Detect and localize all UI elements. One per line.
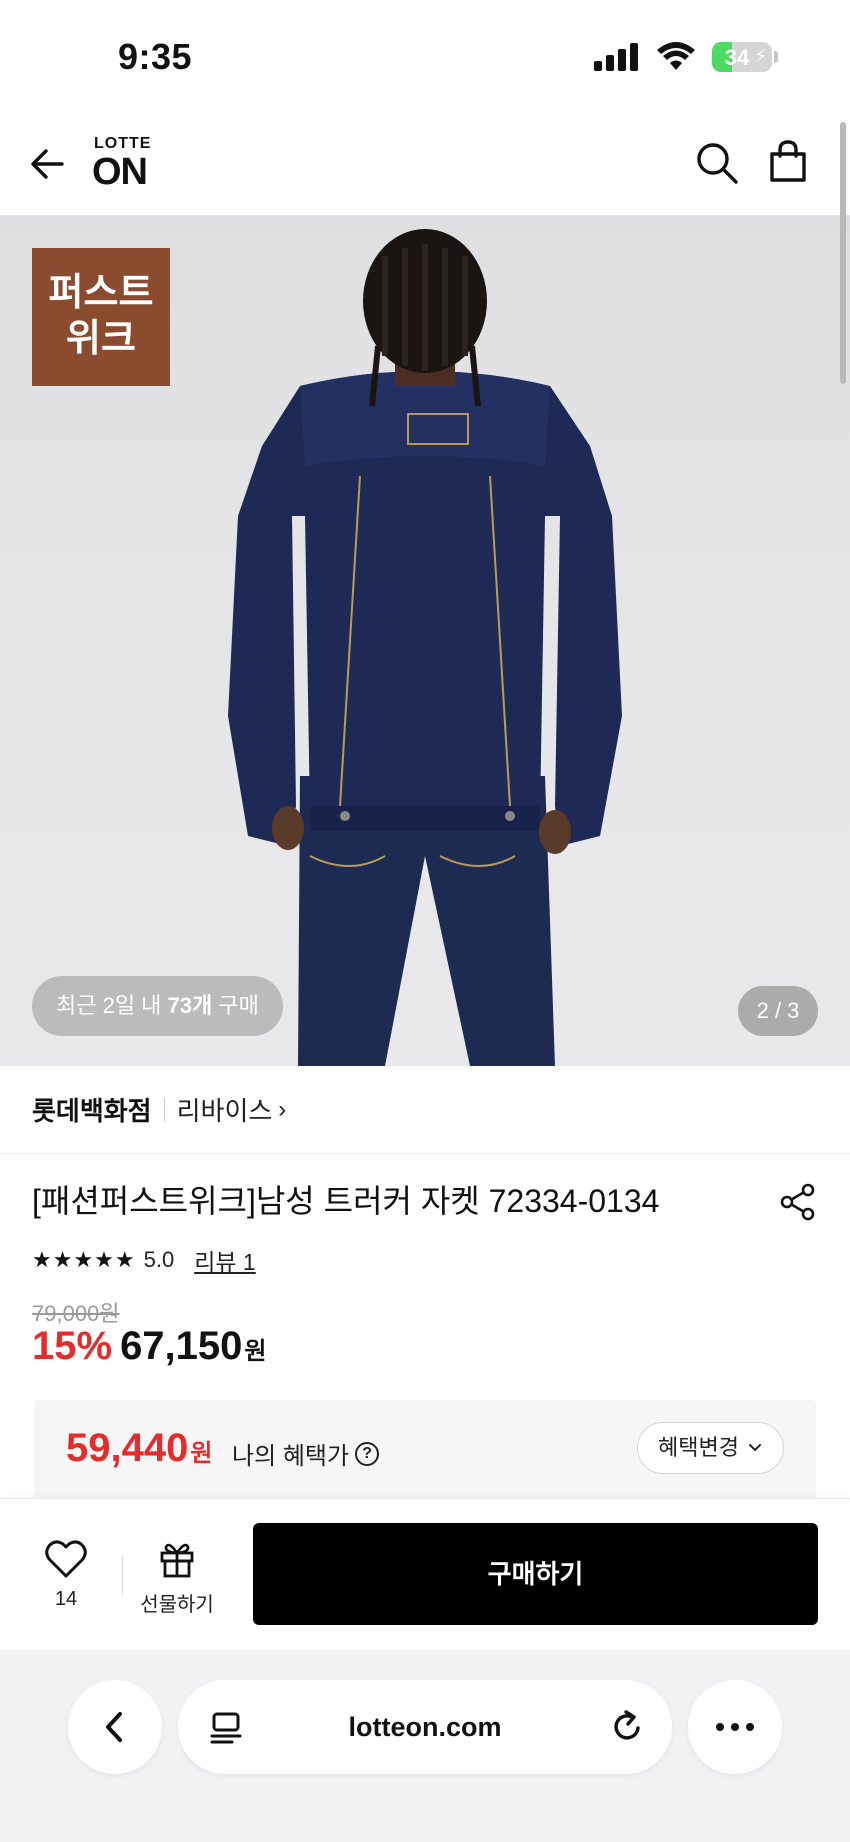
benefit-change-button[interactable]: 혜택변경 — [637, 1422, 784, 1474]
page-scrollbar[interactable] — [840, 122, 846, 384]
recent-suffix: 구매 — [212, 993, 259, 1018]
back-arrow-icon[interactable] — [26, 142, 70, 186]
seller-row: 롯데백화점 리바이스 › — [0, 1066, 850, 1154]
brand-link[interactable]: 리바이스 — [177, 1091, 273, 1128]
benefit-change-label: 혜택변경 — [658, 1435, 739, 1460]
share-icon[interactable] — [778, 1182, 818, 1222]
action-divider — [122, 1555, 123, 1595]
image-page-indicator: 2 / 3 — [738, 986, 818, 1036]
product-title: [패션퍼스트위크]남성 트러커 자켓 72334-0134 — [32, 1183, 660, 1219]
rating-row: ★★★★★ 5.0 리뷰 1 — [32, 1244, 256, 1276]
rating-value: 5.0 — [143, 1247, 175, 1272]
star-rating-icon: ★★★★★ — [32, 1247, 136, 1272]
recent-count: 73개 — [167, 993, 213, 1018]
price-row: 15% 67,150 원 — [32, 1324, 267, 1369]
status-icons: 34 ⚡ — [594, 42, 778, 72]
wifi-icon — [657, 42, 695, 70]
sale-price: 67,150 — [120, 1324, 243, 1368]
recent-prefix: 최근 2일 내 — [56, 993, 168, 1018]
chevron-right-icon[interactable]: › — [278, 1096, 286, 1124]
status-bar: 9:35 34 ⚡ — [0, 0, 850, 112]
gift-icon — [160, 1543, 194, 1578]
logo-top-text: LOTTE — [94, 135, 152, 152]
charging-bolt-icon: ⚡ — [754, 46, 767, 66]
benefit-label: 나의 혜택가 ? — [232, 1436, 380, 1471]
battery-cap — [774, 51, 778, 63]
reload-icon[interactable] — [608, 1708, 646, 1746]
browser-toolbar: lotteon.com — [0, 1650, 850, 1842]
badge-line-2: 위크 — [66, 318, 136, 360]
cellular-signal-icon — [594, 43, 638, 71]
recent-purchase-pill: 최근 2일 내 73개 구매 — [32, 976, 283, 1036]
buy-button[interactable]: 구매하기 — [253, 1523, 818, 1625]
browser-back-button[interactable] — [68, 1680, 162, 1774]
discount-rate: 15% — [32, 1324, 113, 1368]
badge-line-1: 퍼스트 — [48, 272, 154, 314]
status-time: 9:35 — [118, 36, 193, 77]
review-link[interactable]: 리뷰 1 — [194, 1243, 256, 1277]
sale-price-unit: 원 — [244, 1338, 267, 1365]
benefit-price-value: 59,440 — [66, 1426, 189, 1470]
store-name[interactable]: 롯데백화점 — [32, 1091, 152, 1128]
like-button[interactable]: 14 — [34, 1539, 98, 1619]
search-icon[interactable] — [694, 140, 740, 186]
benefit-label-text: 나의 혜택가 — [232, 1443, 350, 1470]
app-header: LOTTE ON — [0, 112, 850, 216]
like-count: 14 — [54, 1588, 78, 1610]
product-image-carousel[interactable]: 퍼스트 위크 최근 2일 내 73개 구매 2 / 3 — [0, 216, 850, 1066]
chevron-down-icon — [749, 1444, 761, 1451]
lotte-on-logo[interactable]: LOTTE ON — [92, 135, 152, 193]
gift-label: 선물하기 — [140, 1594, 214, 1616]
info-icon[interactable]: ? — [355, 1441, 380, 1466]
heart-icon — [45, 1540, 87, 1578]
address-bar[interactable]: lotteon.com — [178, 1680, 672, 1774]
seller-divider — [163, 1097, 165, 1122]
logo-main-text: ON — [92, 151, 148, 193]
bottom-action-bar: 14 선물하기 구매하기 — [0, 1498, 850, 1650]
benefit-price: 59,440원 — [66, 1426, 212, 1471]
first-week-badge: 퍼스트 위크 — [32, 248, 170, 386]
battery-indicator: 34 ⚡ — [712, 42, 772, 72]
browser-more-button[interactable] — [688, 1680, 782, 1774]
url-text: lotteon.com — [348, 1712, 502, 1742]
benefit-price-unit: 원 — [190, 1440, 213, 1467]
product-title-row: [패션퍼스트위크]남성 트러커 자켓 72334-0134 — [32, 1178, 818, 1224]
chevron-left-icon — [106, 1712, 122, 1742]
more-dots-icon — [716, 1723, 754, 1731]
gift-button[interactable]: 선물하기 — [134, 1539, 220, 1619]
shopping-bag-icon[interactable] — [764, 138, 812, 186]
my-benefit-price-box: 59,440원 나의 혜택가 ? 혜택변경 — [34, 1400, 816, 1500]
